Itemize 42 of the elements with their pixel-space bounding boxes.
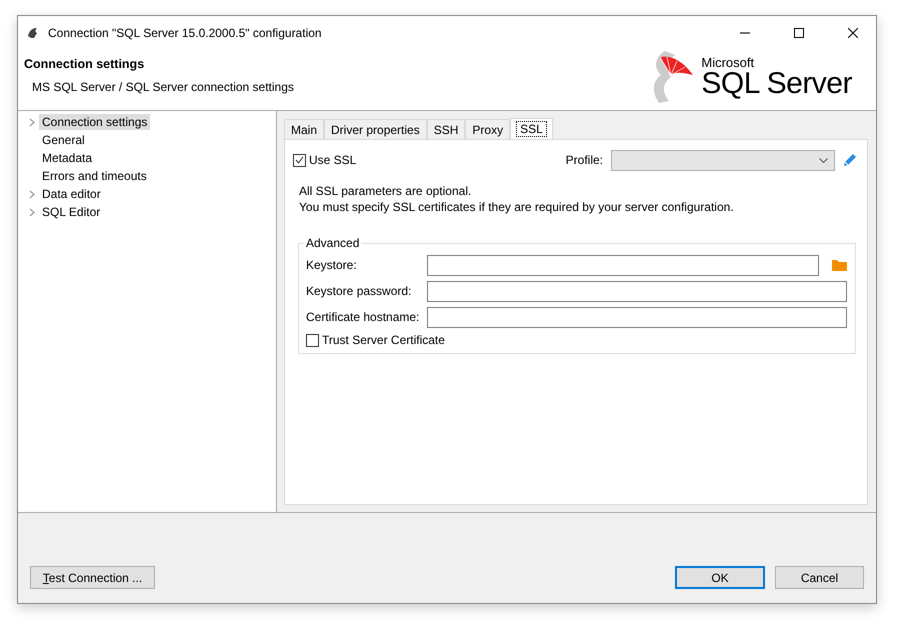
input-field[interactable] — [427, 306, 847, 328]
info-text: You must specify SSL certificates if they are required by your server configuration. — [299, 200, 735, 214]
chevron-icon — [819, 158, 828, 162]
tree-item[interactable]: Metadata — [39, 150, 96, 166]
app-icon — [26, 26, 40, 40]
field-label: Keystore: — [306, 258, 358, 272]
input-field[interactable] — [427, 254, 819, 276]
logo-product: SQL Server — [701, 68, 852, 98]
checkbox-label[interactable]: Trust Server Certificate — [322, 333, 445, 347]
cancel-button[interactable]: Cancel — [775, 566, 864, 589]
info-text: All SSL parameters are optional. — [299, 184, 472, 198]
checkbox-label[interactable]: Use SSL — [309, 153, 356, 167]
pencil-icon[interactable] — [843, 153, 857, 167]
input-field[interactable] — [427, 280, 847, 302]
logo-brand: Microsoft — [701, 56, 756, 68]
field-label: Keystore password: — [306, 284, 412, 298]
checkbox[interactable] — [293, 154, 306, 166]
page-title: Connection settings — [24, 57, 146, 71]
folder-icon[interactable] — [832, 259, 847, 271]
tree-item[interactable]: Errors and timeouts — [39, 168, 150, 184]
tab[interactable]: Driver properties — [324, 119, 427, 139]
profile-dropdown[interactable] — [611, 150, 835, 170]
tab[interactable]: SSH — [426, 119, 466, 139]
checkbox[interactable] — [306, 334, 319, 346]
tree-item[interactable]: Data editor — [39, 186, 104, 202]
page-subtitle: MS SQL Server / SQL Server connection settings — [31, 80, 295, 94]
tab[interactable]: Main — [284, 119, 324, 139]
tree-item[interactable]: SQL Editor — [39, 204, 104, 220]
tree-item[interactable]: Connection settings — [39, 114, 150, 130]
ok-button[interactable]: OK — [675, 566, 765, 589]
tree-item[interactable]: General — [39, 132, 88, 148]
maximize-icon[interactable] — [794, 28, 804, 38]
tab[interactable]: SSL — [510, 118, 553, 139]
close-icon[interactable] — [848, 28, 858, 38]
chevron-icon[interactable] — [28, 118, 34, 126]
field-label: Certificate hostname: — [306, 310, 420, 324]
profile-label: Profile: — [566, 153, 603, 167]
window-title: Connection "SQL Server 15.0.2000.5" configuration — [48, 26, 323, 40]
group-title: Advanced — [305, 236, 360, 250]
tab[interactable]: Proxy — [465, 119, 510, 139]
check-icon — [295, 156, 304, 164]
test-connection-button[interactable]: Test Connection ... — [30, 566, 155, 589]
